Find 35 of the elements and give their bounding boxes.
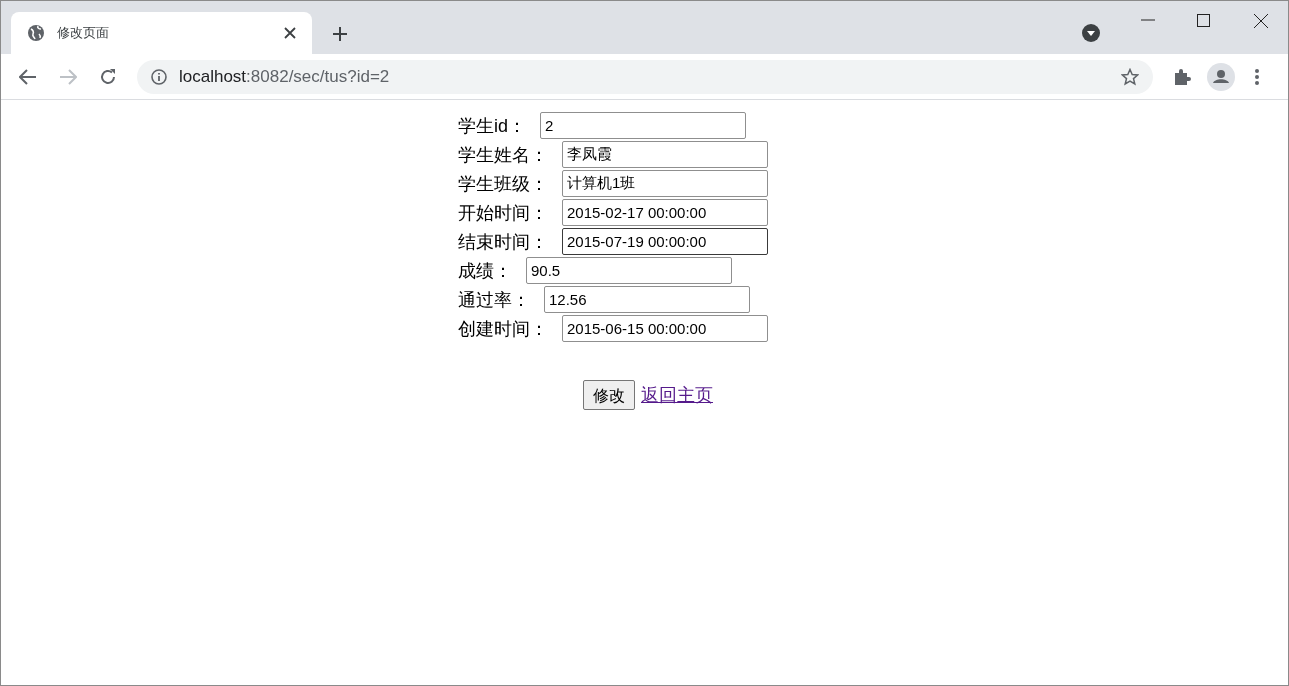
input-field[interactable]: 李凤霞 — [562, 141, 768, 168]
close-window-icon[interactable] — [1254, 14, 1268, 28]
input-field[interactable]: 2015-07-19 00:00:00 — [562, 228, 768, 255]
field-label: 开始时间： — [458, 201, 548, 224]
info-icon[interactable] — [151, 68, 167, 85]
puzzle-icon[interactable] — [1173, 67, 1191, 86]
globe-icon — [27, 24, 45, 42]
dropdown-icon[interactable] — [1082, 24, 1100, 42]
browser-tab[interactable]: 修改页面 — [11, 12, 312, 54]
new-tab-icon[interactable] — [332, 26, 348, 42]
address-bar[interactable]: localhost:8082/sec/tus?id=2 — [137, 59, 1153, 94]
submit-button[interactable]: 修改 — [583, 380, 635, 411]
input-field[interactable]: 90.5 — [526, 257, 732, 284]
input-field[interactable]: 2 — [540, 112, 746, 139]
input-field[interactable]: 计算机1班 — [562, 170, 768, 197]
field-label: 成绩： — [458, 259, 512, 282]
star-icon[interactable] — [1121, 67, 1139, 86]
reload-icon[interactable] — [99, 67, 117, 86]
field-label: 通过率： — [458, 288, 530, 311]
input-field[interactable]: 12.56 — [544, 286, 750, 313]
input-field[interactable]: 2015-02-17 00:00:00 — [562, 199, 768, 226]
field-label: 创建时间： — [458, 317, 548, 340]
url-text: localhost:8082/sec/tus?id=2 — [179, 65, 391, 88]
field-label: 学生班级： — [458, 172, 548, 195]
back-arrow-icon[interactable] — [19, 68, 37, 85]
back-home-link[interactable]: 返回主页 — [641, 385, 713, 406]
profile-icon[interactable] — [1207, 62, 1235, 91]
input-field[interactable]: 2015-06-15 00:00:00 — [562, 315, 768, 342]
field-label: 学生id： — [458, 114, 526, 137]
close-icon[interactable] — [284, 27, 296, 39]
field-label: 学生姓名： — [458, 143, 548, 166]
menu-icon[interactable] — [1255, 68, 1259, 85]
maximize-icon[interactable] — [1197, 14, 1210, 27]
tab-title: 修改页面 — [57, 24, 110, 43]
field-label: 结束时间： — [458, 230, 548, 253]
